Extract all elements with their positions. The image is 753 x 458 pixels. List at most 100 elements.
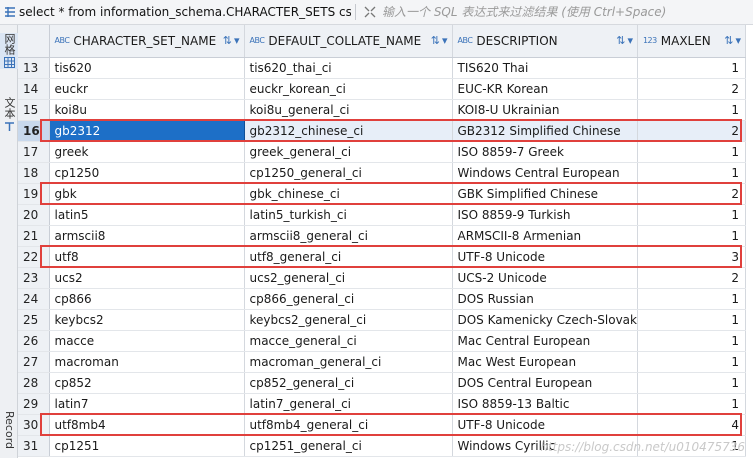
row-number-cell[interactable]: 17 <box>18 141 50 163</box>
table-row[interactable]: 25 keybcs2 keybcs2_general_ci DOS Kamenicky… <box>18 309 746 331</box>
table-row[interactable]: 17 greek greek_general_ci ISO 8859-7 Greek 1 <box>18 141 746 163</box>
table-row[interactable]: 15 koi8u koi8u_general_ci KOI8-U Ukrainian 1 <box>18 99 746 121</box>
maxlen-cell[interactable]: 2 <box>637 267 746 289</box>
maxlen-cell[interactable]: 1 <box>637 57 746 79</box>
description-cell[interactable]: UTF-8 Unicode <box>452 414 638 436</box>
sort-icon[interactable]: ⇅ <box>724 34 733 47</box>
description-cell[interactable]: GB2312 Simplified Chinese <box>452 120 638 142</box>
maxlen-cell[interactable]: 3 <box>637 246 746 268</box>
maxlen-cell[interactable]: 1 <box>637 309 746 331</box>
row-number-cell[interactable]: 24 <box>18 288 50 310</box>
tab-text[interactable]: 文本 <box>0 97 18 133</box>
row-number-cell[interactable]: 15 <box>18 99 50 121</box>
tab-record[interactable]: Record <box>0 411 18 449</box>
table-row[interactable]: 18 cp1250 cp1250_general_ci Windows Central… <box>18 162 746 184</box>
default-collate-name-cell[interactable]: cp866_general_ci <box>244 288 453 310</box>
column-filter-icon[interactable]: ▾ <box>234 34 240 47</box>
maxlen-cell[interactable]: 2 <box>637 78 746 100</box>
tab-grid[interactable]: 网格 <box>0 33 18 69</box>
maxlen-cell[interactable]: 1 <box>637 351 746 373</box>
row-number-cell[interactable]: 21 <box>18 225 50 247</box>
default-collate-name-cell[interactable]: utf8_general_ci <box>244 246 453 268</box>
character-set-name-cell[interactable]: utf8mb4 <box>49 414 245 436</box>
maxlen-cell[interactable]: 2 <box>637 183 746 205</box>
character-set-name-cell[interactable]: greek <box>49 141 245 163</box>
table-row[interactable]: 28 cp852 cp852_general_ci DOS Central Europ… <box>18 372 746 394</box>
column-header-default-collate-name[interactable]: ABC DEFAULT_COLLATE_NAME ⇅ ▾ <box>244 25 453 58</box>
maxlen-cell[interactable]: 1 <box>637 141 746 163</box>
character-set-name-cell[interactable]: macce <box>49 330 245 352</box>
row-number-cell[interactable]: 25 <box>18 309 50 331</box>
maxlen-cell[interactable]: 1 <box>637 393 746 415</box>
default-collate-name-cell[interactable]: tis620_thai_ci <box>244 57 453 79</box>
default-collate-name-cell[interactable]: latin7_general_ci <box>244 393 453 415</box>
filter-expand-icon[interactable] <box>362 4 378 20</box>
description-cell[interactable]: UCS-2 Unicode <box>452 267 638 289</box>
character-set-name-cell[interactable]: latin5 <box>49 204 245 226</box>
row-number-cell[interactable]: 23 <box>18 267 50 289</box>
character-set-name-cell[interactable]: cp852 <box>49 372 245 394</box>
default-collate-name-cell[interactable]: euckr_korean_ci <box>244 78 453 100</box>
maxlen-cell[interactable]: 4 <box>637 414 746 436</box>
table-row[interactable]: 27 macroman macroman_general_ci Mac West Eu… <box>18 351 746 373</box>
character-set-name-cell[interactable]: cp1250 <box>49 162 245 184</box>
description-cell[interactable]: DOS Russian <box>452 288 638 310</box>
table-row[interactable]: 26 macce macce_general_ci Mac Central Europ… <box>18 330 746 352</box>
default-collate-name-cell[interactable]: gb2312_chinese_ci <box>244 120 453 142</box>
row-number-cell[interactable]: 29 <box>18 393 50 415</box>
table-row[interactable]: 21 armscii8 armscii8_general_ci ARMSCII-8 A… <box>18 225 746 247</box>
description-cell[interactable]: TIS620 Thai <box>452 57 638 79</box>
default-collate-name-cell[interactable]: latin5_turkish_ci <box>244 204 453 226</box>
row-number-cell[interactable]: 28 <box>18 372 50 394</box>
table-row[interactable]: 19 gbk gbk_chinese_ci GBK Simplified Chines… <box>18 183 746 205</box>
default-collate-name-cell[interactable]: koi8u_general_ci <box>244 99 453 121</box>
table-row[interactable]: 16 gb2312 gb2312_chinese_ci GB2312 Simplifi… <box>18 119 746 142</box>
description-cell[interactable]: KOI8-U Ukrainian <box>452 99 638 121</box>
description-cell[interactable]: EUC-KR Korean <box>452 78 638 100</box>
column-header-description[interactable]: ABC DESCRIPTION ⇅ ▾ <box>452 25 638 58</box>
character-set-name-cell[interactable]: cp866 <box>49 288 245 310</box>
default-collate-name-cell[interactable]: keybcs2_general_ci <box>244 309 453 331</box>
column-header-maxlen[interactable]: 123 MAXLEN ⇅ ▾ <box>637 25 746 58</box>
default-collate-name-cell[interactable]: macroman_general_ci <box>244 351 453 373</box>
description-cell[interactable]: ISO 8859-7 Greek <box>452 141 638 163</box>
character-set-name-cell[interactable]: macroman <box>49 351 245 373</box>
description-cell[interactable]: UTF-8 Unicode <box>452 246 638 268</box>
row-number-cell[interactable]: 26 <box>18 330 50 352</box>
row-number-cell[interactable]: 18 <box>18 162 50 184</box>
default-collate-name-cell[interactable]: cp1251_general_ci <box>244 435 453 457</box>
description-cell[interactable]: Mac West European <box>452 351 638 373</box>
row-number-cell[interactable]: 14 <box>18 78 50 100</box>
character-set-name-cell[interactable]: latin7 <box>49 393 245 415</box>
query-text[interactable]: select * from information_schema.CHARACT… <box>19 5 351 19</box>
description-cell[interactable]: GBK Simplified Chinese <box>452 183 638 205</box>
row-number-cell[interactable]: 20 <box>18 204 50 226</box>
description-cell[interactable]: ISO 8859-9 Turkish <box>452 204 638 226</box>
row-number-cell[interactable]: 30 <box>18 414 50 436</box>
table-row[interactable]: 23 ucs2 ucs2_general_ci UCS-2 Unicode 2 <box>18 267 746 289</box>
default-collate-name-cell[interactable]: greek_general_ci <box>244 141 453 163</box>
maxlen-cell[interactable]: 1 <box>637 330 746 352</box>
maxlen-cell[interactable]: 1 <box>637 225 746 247</box>
character-set-name-cell[interactable]: gbk <box>49 183 245 205</box>
maxlen-cell[interactable]: 1 <box>637 372 746 394</box>
default-collate-name-cell[interactable]: ucs2_general_ci <box>244 267 453 289</box>
character-set-name-cell[interactable]: keybcs2 <box>49 309 245 331</box>
character-set-name-cell[interactable]: euckr <box>49 78 245 100</box>
description-cell[interactable]: Mac Central European <box>452 330 638 352</box>
column-header-character-set-name[interactable]: ABC CHARACTER_SET_NAME ⇅ ▾ <box>49 25 245 58</box>
table-row[interactable]: 14 euckr euckr_korean_ci EUC-KR Korean 2 <box>18 78 746 100</box>
filter-input[interactable] <box>382 5 752 19</box>
character-set-name-cell[interactable]: utf8 <box>49 246 245 268</box>
sort-icon[interactable]: ⇅ <box>223 34 232 47</box>
default-collate-name-cell[interactable]: cp1250_general_ci <box>244 162 453 184</box>
default-collate-name-cell[interactable]: utf8mb4_general_ci <box>244 414 453 436</box>
character-set-name-cell[interactable]: armscii8 <box>49 225 245 247</box>
character-set-name-cell[interactable]: cp1251 <box>49 435 245 457</box>
default-collate-name-cell[interactable]: cp852_general_ci <box>244 372 453 394</box>
column-filter-icon[interactable]: ▾ <box>735 34 741 47</box>
sort-icon[interactable]: ⇅ <box>431 34 440 47</box>
table-row[interactable]: 20 latin5 latin5_turkish_ci ISO 8859-9 Turk… <box>18 204 746 226</box>
table-row[interactable]: 30 utf8mb4 utf8mb4_general_ci UTF-8 Unicode… <box>18 414 746 436</box>
maxlen-cell[interactable]: 1 <box>637 99 746 121</box>
